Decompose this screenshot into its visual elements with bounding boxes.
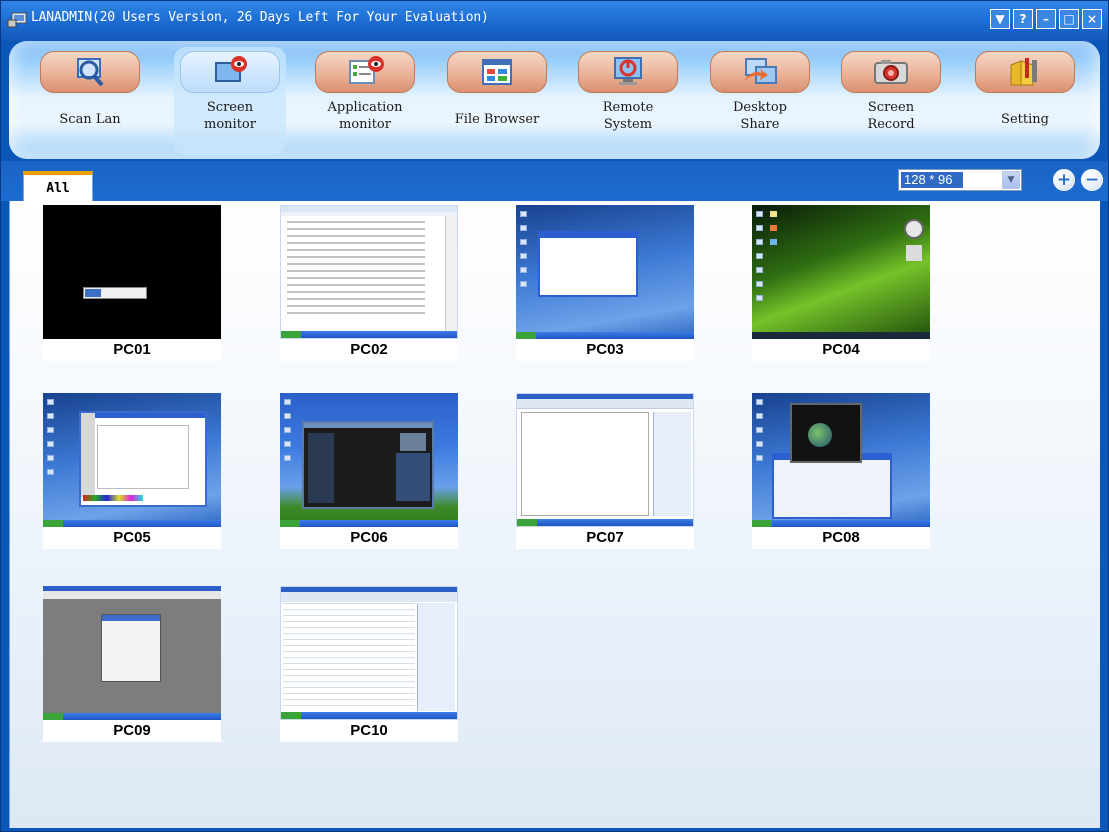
screen-preview	[43, 393, 221, 527]
screen-preview	[280, 205, 458, 339]
screen-preview	[280, 586, 458, 720]
computer-thumbnail[interactable]: PC09	[43, 586, 221, 742]
computer-grid: PC01 PC02 PC03 PC04 PC05 PC06 PC07 PC08 …	[9, 201, 1100, 828]
file-browser-icon	[482, 59, 512, 85]
computer-thumbnail[interactable]: PC03	[516, 205, 694, 361]
application-monitor-button[interactable]: Application monitor	[309, 47, 421, 155]
screen-preview	[43, 205, 221, 339]
screen-preview	[280, 393, 458, 527]
computer-thumbnail[interactable]: PC07	[516, 393, 694, 549]
main-toolbar: Scan Lan Screen monitor Application moni…	[9, 41, 1100, 159]
scan-lan-label: Scan Lan	[59, 112, 121, 127]
screen-preview	[752, 393, 930, 527]
file-browser-button[interactable]: File Browser	[441, 47, 553, 155]
remote-system-icon	[614, 57, 642, 85]
computer-name: PC06	[280, 527, 458, 549]
screen-monitor-icon	[215, 56, 247, 82]
computer-thumbnail[interactable]: PC04	[752, 205, 930, 361]
file-browser-label: File Browser	[454, 112, 540, 127]
setting-icon	[1010, 58, 1037, 86]
application-monitor-icon	[349, 56, 384, 84]
screen-preview	[516, 393, 694, 527]
zoom-out-button[interactable]: −	[1081, 169, 1103, 191]
screen-record-label-1: Screen	[867, 100, 915, 115]
computer-name: PC03	[516, 339, 694, 361]
screen-monitor-label-1: Screen	[206, 100, 254, 115]
title-bar[interactable]: LANADMIN(20 Users Version, 26 Days Left …	[1, 1, 1108, 41]
setting-button[interactable]: Setting	[969, 47, 1081, 155]
menu-dropdown-icon[interactable]: ▼	[990, 9, 1010, 29]
computer-thumbnail[interactable]: PC02	[280, 205, 458, 361]
computer-thumbnail[interactable]: PC06	[280, 393, 458, 549]
computer-thumbnail[interactable]: PC05	[43, 393, 221, 549]
screen-record-button[interactable]: Screen Record	[835, 47, 947, 155]
screen-record-label-2: Record	[867, 117, 915, 132]
screen-monitor-label-2: monitor	[204, 117, 256, 132]
scan-lan-button[interactable]: Scan Lan	[34, 47, 146, 155]
thumbnail-size-select[interactable]: 128 * 96 ▼	[898, 169, 1022, 191]
scan-lan-icon	[77, 58, 104, 87]
computer-name: PC02	[280, 339, 458, 361]
maximize-icon[interactable]: □	[1059, 9, 1079, 29]
application-monitor-label-2: monitor	[339, 117, 391, 132]
app-window: LANADMIN(20 Users Version, 26 Days Left …	[0, 0, 1109, 832]
remote-system-label-1: Remote	[602, 100, 654, 115]
computer-name: PC08	[752, 527, 930, 549]
chevron-down-icon[interactable]: ▼	[1002, 171, 1020, 189]
computer-name: PC01	[43, 339, 221, 361]
desktop-share-label-2: Share	[740, 117, 780, 132]
screen-preview	[516, 205, 694, 339]
computer-name: PC05	[43, 527, 221, 549]
screen-monitor-button[interactable]: Screen monitor	[174, 47, 286, 155]
desktop-share-label-1: Desktop	[732, 100, 788, 115]
help-icon[interactable]: ?	[1013, 9, 1033, 29]
window-title: LANADMIN(20 Users Version, 26 Days Left …	[31, 10, 489, 25]
computer-thumbnail[interactable]: PC10	[280, 586, 458, 742]
thumbnail-size-value: 128 * 96	[901, 172, 963, 188]
setting-label: Setting	[1001, 112, 1049, 127]
app-icon	[7, 12, 27, 28]
tab-all[interactable]: All	[23, 171, 93, 201]
computer-name: PC10	[280, 720, 458, 742]
window-controls: ▼ ? – □ ×	[990, 9, 1102, 29]
computer-name: PC07	[516, 527, 694, 549]
remote-system-button[interactable]: Remote System	[572, 47, 684, 155]
screen-preview	[43, 586, 221, 720]
application-monitor-label-1: Application	[327, 100, 403, 115]
computer-thumbnail[interactable]: PC08	[752, 393, 930, 549]
desktop-share-button[interactable]: Desktop Share	[704, 47, 816, 155]
screen-record-icon	[874, 60, 908, 84]
computer-thumbnail[interactable]: PC01	[43, 205, 221, 361]
computer-name: PC04	[752, 339, 930, 361]
zoom-in-button[interactable]: +	[1053, 169, 1075, 191]
close-icon[interactable]: ×	[1082, 9, 1102, 29]
minimize-icon[interactable]: –	[1036, 9, 1056, 29]
screen-preview	[752, 205, 930, 339]
computer-name: PC09	[43, 720, 221, 742]
desktop-share-icon	[744, 58, 777, 84]
remote-system-label-2: System	[603, 117, 653, 132]
